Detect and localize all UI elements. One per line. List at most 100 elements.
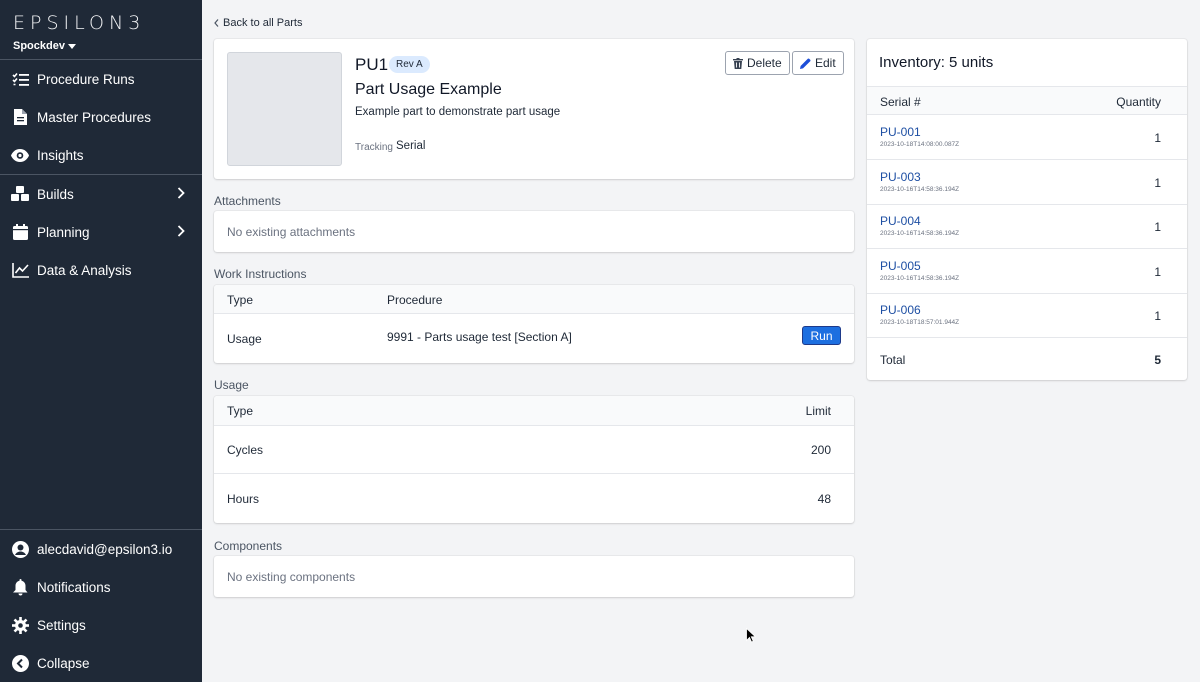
chevron-left-icon bbox=[214, 19, 219, 27]
components-heading: Components bbox=[214, 539, 283, 553]
edit-button-label: Edit bbox=[815, 56, 836, 70]
chevron-right-icon bbox=[177, 225, 185, 237]
serial-quantity: 1 bbox=[1154, 131, 1161, 145]
mouse-cursor-icon bbox=[746, 628, 756, 643]
calendar-icon bbox=[11, 223, 29, 241]
column-header-serial: Serial # bbox=[880, 95, 921, 109]
total-label: Total bbox=[880, 353, 906, 367]
sidebar-item-label: Data & Analysis bbox=[37, 262, 132, 278]
components-card: No existing components bbox=[214, 556, 854, 597]
sidebar-collapse-button[interactable]: Collapse bbox=[0, 645, 202, 681]
serial-timestamp: 2023-10-16T14:58:36.194Z bbox=[880, 186, 960, 193]
sidebar-item-builds[interactable]: Builds bbox=[0, 176, 202, 212]
sidebar-item-label: Settings bbox=[37, 617, 86, 633]
edit-button[interactable]: Edit bbox=[792, 51, 844, 75]
table-header: Type Limit bbox=[214, 396, 854, 426]
part-name: Part Usage Example bbox=[355, 81, 502, 98]
sidebar-item-master-procedures[interactable]: Master Procedures bbox=[0, 99, 202, 135]
epsilon3-logo[interactable]: EPSILON3 bbox=[13, 12, 145, 34]
sidebar-item-label: Procedure Runs bbox=[37, 71, 135, 87]
usage-table: Type Limit Cycles 200 Hours 48 bbox=[214, 396, 854, 523]
part-description: Example part to demonstrate part usage bbox=[355, 106, 561, 118]
row-divider bbox=[867, 293, 1187, 294]
sidebar-item-insights[interactable]: Insights bbox=[0, 137, 202, 173]
revision-badge: Rev A bbox=[389, 56, 430, 73]
run-button[interactable]: Run bbox=[802, 326, 841, 345]
usage-row-type: Cycles bbox=[227, 443, 264, 457]
column-header-quantity: Quantity bbox=[1116, 95, 1161, 109]
column-header-procedure: Procedure bbox=[387, 293, 443, 307]
back-to-parts-link[interactable]: Back to all Parts bbox=[214, 17, 302, 29]
serial-link[interactable]: PU-006 bbox=[880, 303, 921, 317]
document-icon bbox=[11, 108, 29, 126]
column-header-limit: Limit bbox=[805, 404, 831, 418]
serial-link[interactable]: PU-001 bbox=[880, 125, 921, 139]
user-circle-icon bbox=[11, 540, 29, 558]
sidebar-item-label: Builds bbox=[37, 186, 74, 202]
sidebar: EPSILON3 Spockdev Procedure Runs Master … bbox=[0, 0, 202, 682]
table-header: Type Procedure bbox=[214, 285, 854, 314]
sidebar-item-label: Insights bbox=[37, 147, 84, 163]
sidebar-item-account[interactable]: alecdavid@epsilon3.io bbox=[0, 531, 202, 567]
chevron-right-icon bbox=[177, 187, 185, 199]
attachments-heading: Attachments bbox=[214, 194, 281, 208]
gear-icon bbox=[11, 616, 29, 634]
pencil-icon bbox=[800, 58, 811, 69]
cubes-icon bbox=[11, 185, 29, 203]
delete-button-label: Delete bbox=[747, 56, 782, 70]
attachments-empty-message: No existing attachments bbox=[227, 225, 356, 239]
sidebar-item-label: alecdavid@epsilon3.io bbox=[37, 541, 173, 557]
part-header-card: PU1 Rev A Part Usage Example Example par… bbox=[214, 39, 854, 179]
row-divider bbox=[867, 248, 1187, 249]
sidebar-divider bbox=[0, 529, 202, 530]
serial-quantity: 1 bbox=[1154, 265, 1161, 279]
tracking-value: Serial bbox=[396, 140, 426, 152]
sidebar-item-notifications[interactable]: Notifications bbox=[0, 569, 202, 605]
serial-quantity: 1 bbox=[1154, 220, 1161, 234]
inventory-card: Inventory: 5 units Serial # Quantity PU-… bbox=[867, 39, 1187, 380]
attachments-card: No existing attachments bbox=[214, 211, 854, 252]
workspace-name: Spockdev bbox=[13, 40, 65, 52]
delete-button[interactable]: Delete bbox=[725, 51, 790, 75]
serial-link[interactable]: PU-005 bbox=[880, 259, 921, 273]
work-instruction-procedure[interactable]: 9991 - Parts usage test [Section A] bbox=[387, 330, 572, 344]
back-link-label: Back to all Parts bbox=[223, 17, 303, 29]
inventory-table-header: Serial # Quantity bbox=[867, 86, 1187, 115]
part-id: PU1 bbox=[355, 55, 389, 74]
caret-down-icon bbox=[67, 43, 76, 49]
work-instructions-table: Type Procedure Usage 9991 - Parts usage … bbox=[214, 285, 854, 363]
sidebar-item-label: Master Procedures bbox=[37, 109, 152, 125]
inventory-title: Inventory: 5 units bbox=[879, 54, 994, 71]
eye-icon bbox=[11, 146, 29, 164]
work-instruction-type: Usage bbox=[227, 332, 262, 346]
serial-timestamp: 2023-10-16T14:58:36.194Z bbox=[880, 230, 960, 237]
usage-row-type: Hours bbox=[227, 492, 260, 506]
row-divider bbox=[867, 204, 1187, 205]
sidebar-item-procedure-runs[interactable]: Procedure Runs bbox=[0, 61, 202, 97]
chart-line-icon bbox=[11, 261, 29, 279]
serial-timestamp: 2023-10-16T14:58:36.194Z bbox=[880, 275, 960, 282]
components-empty-message: No existing components bbox=[227, 570, 356, 584]
serial-link[interactable]: PU-003 bbox=[880, 170, 921, 184]
sidebar-item-settings[interactable]: Settings bbox=[0, 607, 202, 643]
total-value: 5 bbox=[1154, 353, 1161, 367]
column-header-type: Type bbox=[227, 293, 254, 307]
sidebar-divider bbox=[0, 59, 202, 60]
arrow-left-circle-icon bbox=[11, 654, 29, 672]
trash-icon bbox=[733, 57, 743, 69]
usage-row-limit: 48 bbox=[817, 492, 831, 506]
usage-heading: Usage bbox=[214, 378, 249, 392]
sidebar-item-label: Collapse bbox=[37, 655, 90, 671]
usage-row-limit: 200 bbox=[810, 443, 831, 457]
serial-quantity: 1 bbox=[1154, 176, 1161, 190]
column-header-type: Type bbox=[227, 404, 254, 418]
sidebar-item-label: Planning bbox=[37, 224, 90, 240]
sidebar-item-label: Notifications bbox=[37, 579, 111, 595]
sidebar-item-data-analysis[interactable]: Data & Analysis bbox=[0, 252, 202, 288]
sidebar-item-planning[interactable]: Planning bbox=[0, 214, 202, 250]
serial-timestamp: 2023-10-18T14:08:00.087Z bbox=[880, 141, 960, 148]
serial-quantity: 1 bbox=[1154, 309, 1161, 323]
checklist-icon bbox=[11, 70, 29, 88]
serial-link[interactable]: PU-004 bbox=[880, 214, 921, 228]
workspace-selector[interactable]: Spockdev bbox=[13, 40, 76, 52]
